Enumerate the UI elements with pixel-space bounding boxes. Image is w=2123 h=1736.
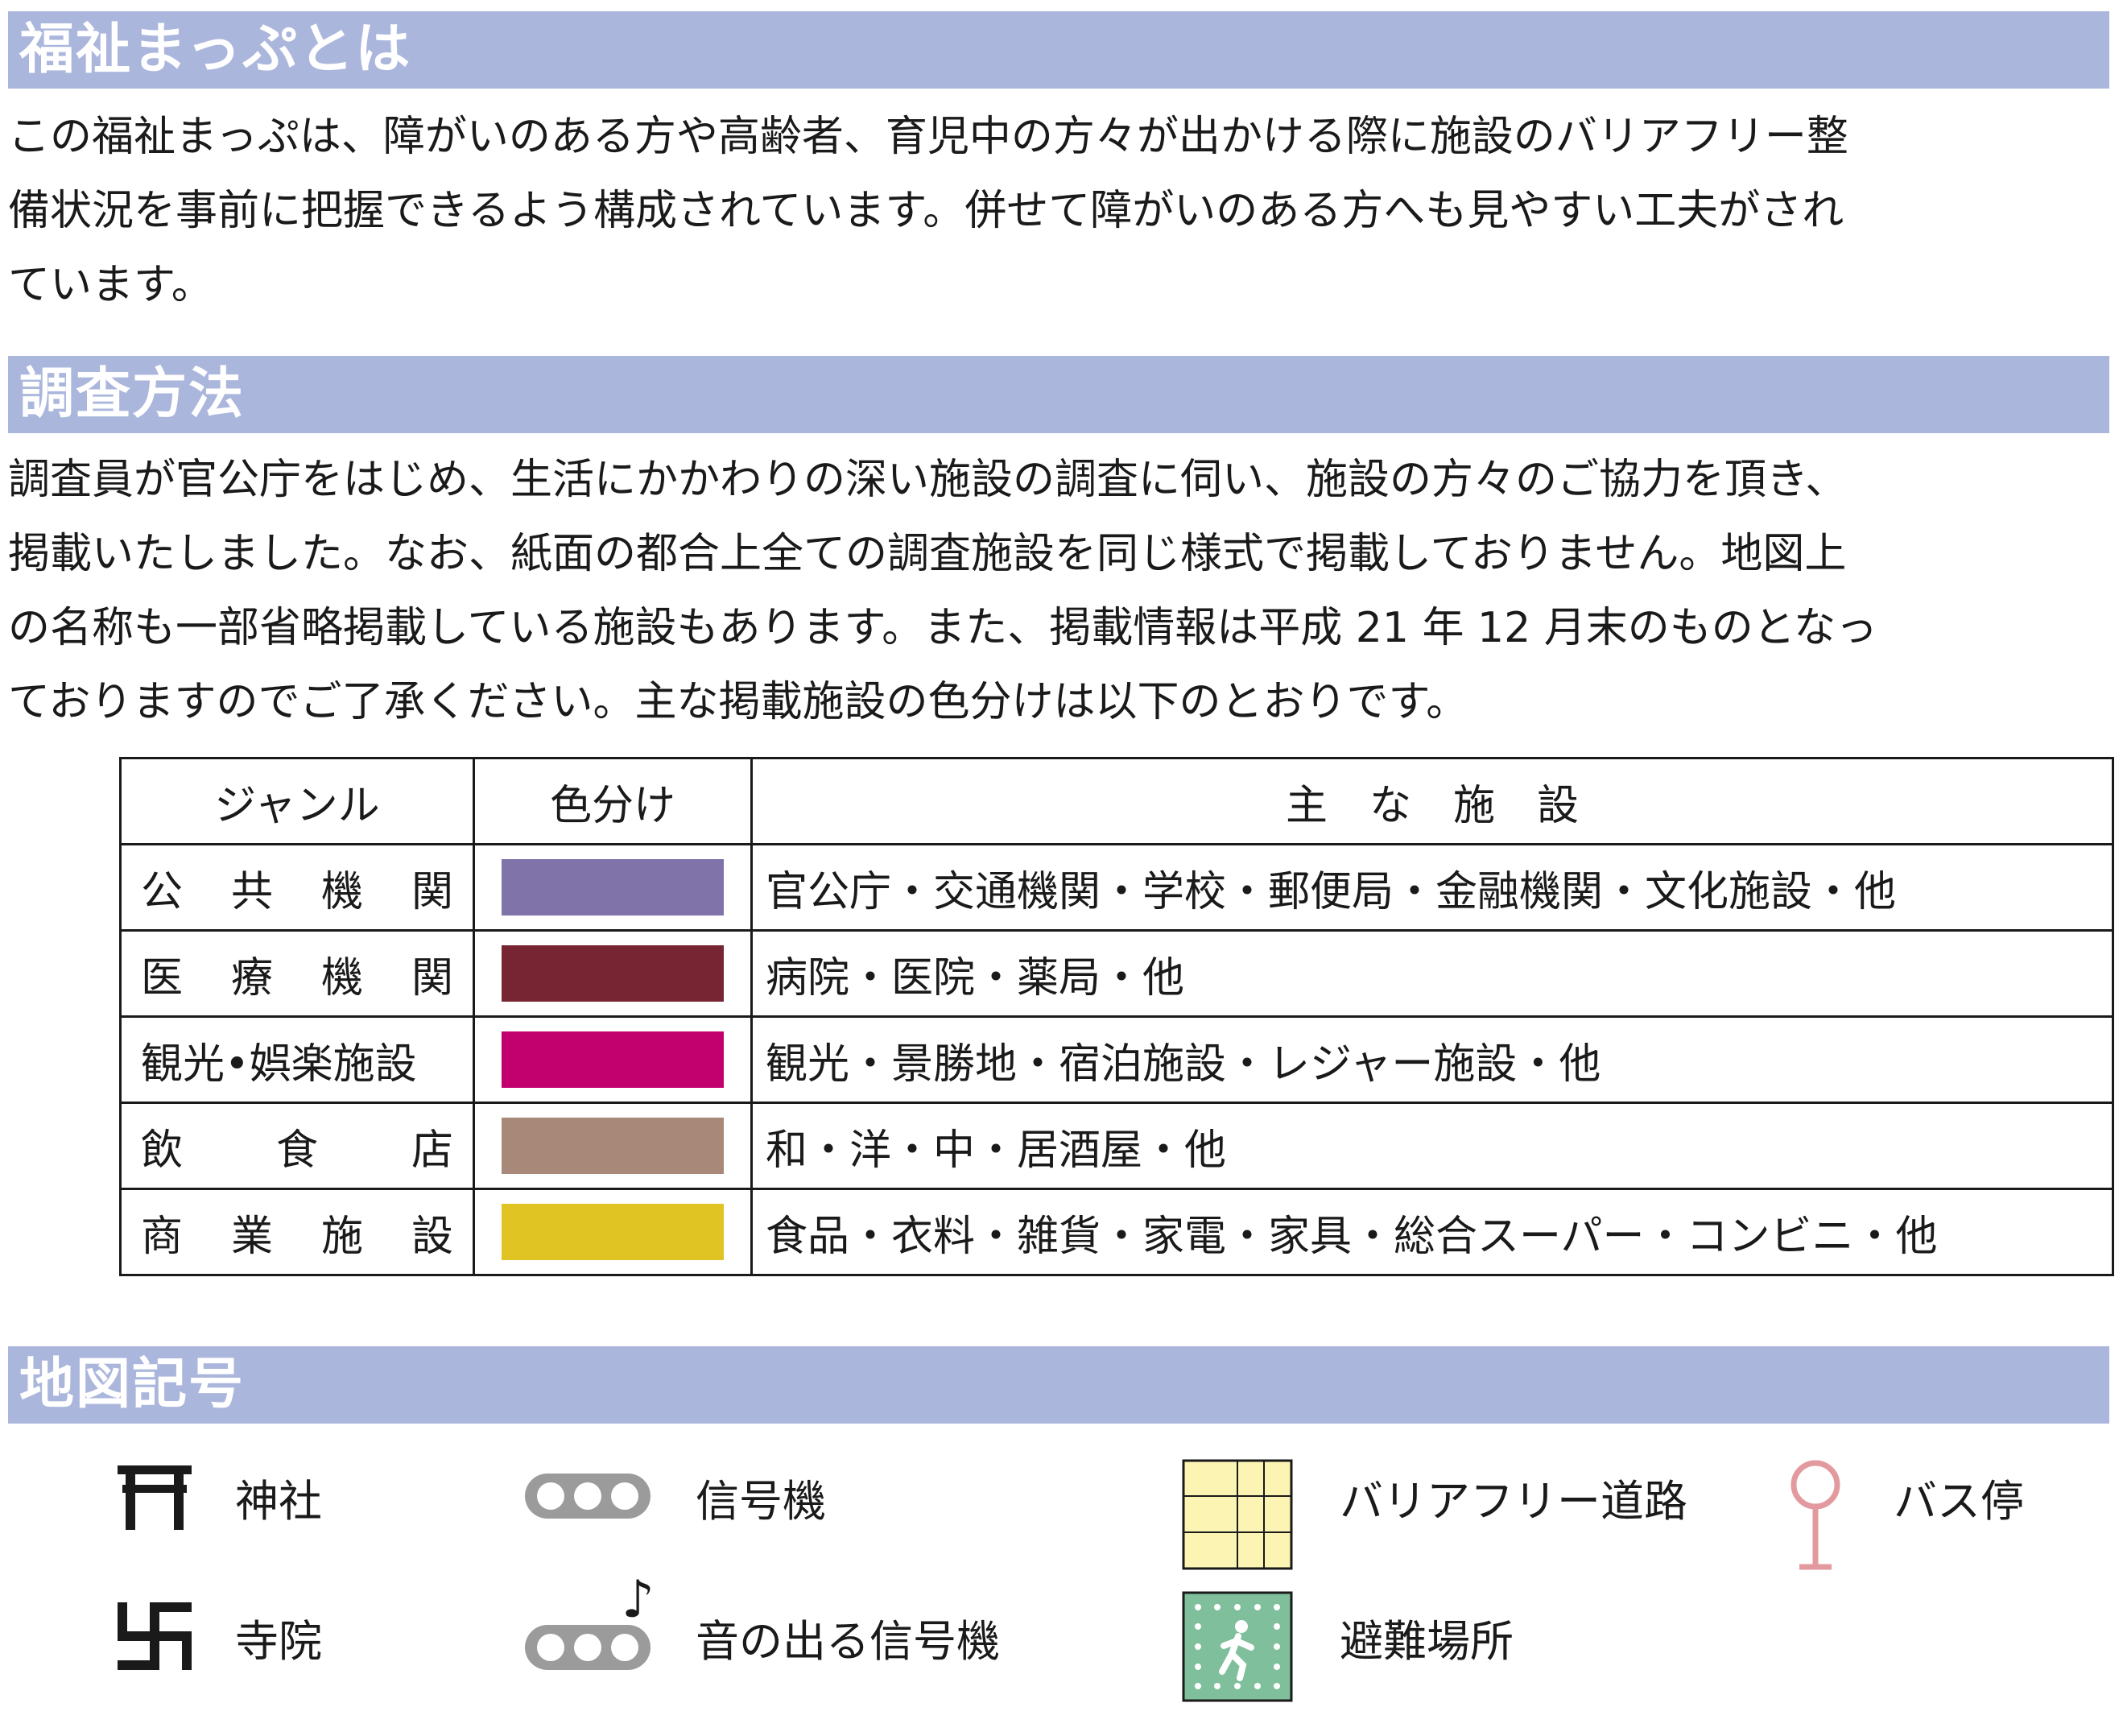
shrine-icon <box>118 1462 192 1530</box>
legend-label-signal: 信号機 <box>696 1476 826 1527</box>
section-header-symbols: 地図記号 <box>8 1346 2109 1424</box>
genre-char: 療 <box>230 953 273 1002</box>
method-line: ておりますのでご了承ください。主な掲載施設の色分けは以下のとおりです。 <box>8 678 1468 726</box>
about-line: ています。 <box>8 261 213 309</box>
genre-char: 飲 <box>141 1126 184 1175</box>
section-header-about: 福祉まっぷとは <box>8 11 2109 89</box>
color-cell <box>473 929 753 1018</box>
header-genre: ジャンル <box>119 757 475 845</box>
genre-color-table: ジャンル 色分け 主 な 施 設 公 共 機 関 官公庁・交通機関・学校・郵便局… <box>119 757 2114 1276</box>
genre-char: 観光•娯楽施設 <box>141 1040 417 1089</box>
facilities-cell: 観光・景勝地・宿泊施設・レジャー施設・他 <box>750 1015 2114 1104</box>
color-cell <box>473 1188 753 1276</box>
color-cell <box>473 843 753 932</box>
facilities-cell: 官公庁・交通機関・学校・郵便局・金融機関・文化施設・他 <box>750 843 2114 932</box>
genre-char: 設 <box>411 1212 453 1261</box>
genre-commercial: 商 業 施 設 <box>119 1188 475 1276</box>
genre-char: 機 <box>320 867 363 916</box>
about-line: この福祉まっぷは、障がいのある方や高齢者、育児中の方々が出かける際に施設のバリア… <box>8 113 1848 161</box>
header-facilities: 主 な 施 設 <box>750 757 2114 845</box>
color-cell <box>473 1015 753 1104</box>
legend-label-shrine: 神社 <box>235 1476 322 1527</box>
bus-stop-icon <box>1787 1459 1844 1572</box>
color-swatch <box>502 945 724 1002</box>
method-line: 調査員が官公庁をはじめ、生活にかかわりの深い施設の調査に伺い、施設の方々のご協力… <box>8 456 1848 504</box>
color-swatch <box>502 1204 724 1260</box>
color-swatch <box>502 1031 724 1088</box>
table-row: 公 共 機 関 官公庁・交通機関・学校・郵便局・金融機関・文化施設・他 <box>119 843 2114 932</box>
genre-char: 機 <box>320 953 363 1002</box>
genre-char: 共 <box>230 867 273 916</box>
legend-label-sound-signal: 音の出る信号機 <box>696 1616 1000 1667</box>
method-line: 掲載いたしました。なお、紙面の都合上全ての調査施設を同じ様式で掲載しておりません… <box>8 530 1847 578</box>
legend-label-evacuation: 避難場所 <box>1340 1616 1514 1667</box>
genre-char: 施 <box>320 1212 363 1261</box>
genre-char: 業 <box>230 1212 273 1261</box>
evacuation-site-icon <box>1182 1591 1293 1702</box>
genre-char: 食 <box>275 1126 318 1175</box>
color-cell <box>473 1102 753 1190</box>
about-line: 備状況を事前に把握できるよう構成されています。併せて障がいのある方へも見やすい工… <box>8 187 1844 235</box>
temple-icon <box>118 1602 192 1670</box>
about-paragraph: この福祉まっぷは、障がいのある方や高齢者、育児中の方々が出かける際に施設のバリア… <box>8 100 2116 322</box>
svg-text:♪: ♪ <box>622 1570 651 1630</box>
genre-char: 公 <box>141 867 184 916</box>
section-header-method: 調査方法 <box>8 356 2109 433</box>
facilities-cell: 食品・衣料・雑貨・家電・家具・総合スーパー・コンビニ・他 <box>750 1188 2114 1276</box>
traffic-signal-icon <box>525 1474 651 1519</box>
facilities-cell: 和・洋・中・居酒屋・他 <box>750 1102 2114 1190</box>
table-row: 飲 食 店 和・洋・中・居酒屋・他 <box>119 1102 2114 1190</box>
genre-char: 医 <box>141 953 184 1002</box>
table-row: 医 療 機 関 病院・医院・薬局・他 <box>119 929 2114 1018</box>
table-row: 観光•娯楽施設 観光・景勝地・宿泊施設・レジャー施設・他 <box>119 1015 2114 1104</box>
method-paragraph: 調査員が官公庁をはじめ、生活にかかわりの深い施設の調査に伺い、施設の方々のご協力… <box>8 443 2116 739</box>
genre-char: 商 <box>141 1212 184 1261</box>
audible-traffic-signal-icon: ♪ <box>525 1567 651 1672</box>
method-line: の名称も一部省略掲載している施設もあります。また、掲載情報は平成 21 年 12… <box>8 604 1878 652</box>
legend-label-barrier-free-road: バリアフリー道路 <box>1340 1476 1687 1527</box>
genre-restaurant: 飲 食 店 <box>119 1102 475 1190</box>
color-swatch <box>502 859 724 916</box>
genre-char: 店 <box>411 1126 453 1175</box>
table-header-row: ジャンル 色分け 主 な 施 設 <box>119 757 2114 845</box>
legend-label-temple: 寺院 <box>235 1616 322 1667</box>
header-color: 色分け <box>473 757 753 845</box>
facilities-cell: 病院・医院・薬局・他 <box>750 929 2114 1018</box>
genre-tourism: 観光•娯楽施設 <box>119 1015 475 1104</box>
genre-char: 関 <box>411 953 453 1002</box>
barrier-free-road-icon <box>1182 1459 1293 1570</box>
color-swatch <box>502 1118 724 1174</box>
legend-label-bus-stop: バス停 <box>1894 1476 2024 1527</box>
genre-medical: 医 療 機 関 <box>119 929 475 1018</box>
genre-public: 公 共 機 関 <box>119 843 475 932</box>
table-row: 商 業 施 設 食品・衣料・雑貨・家電・家具・総合スーパー・コンビニ・他 <box>119 1188 2114 1276</box>
genre-char: 関 <box>411 867 453 916</box>
